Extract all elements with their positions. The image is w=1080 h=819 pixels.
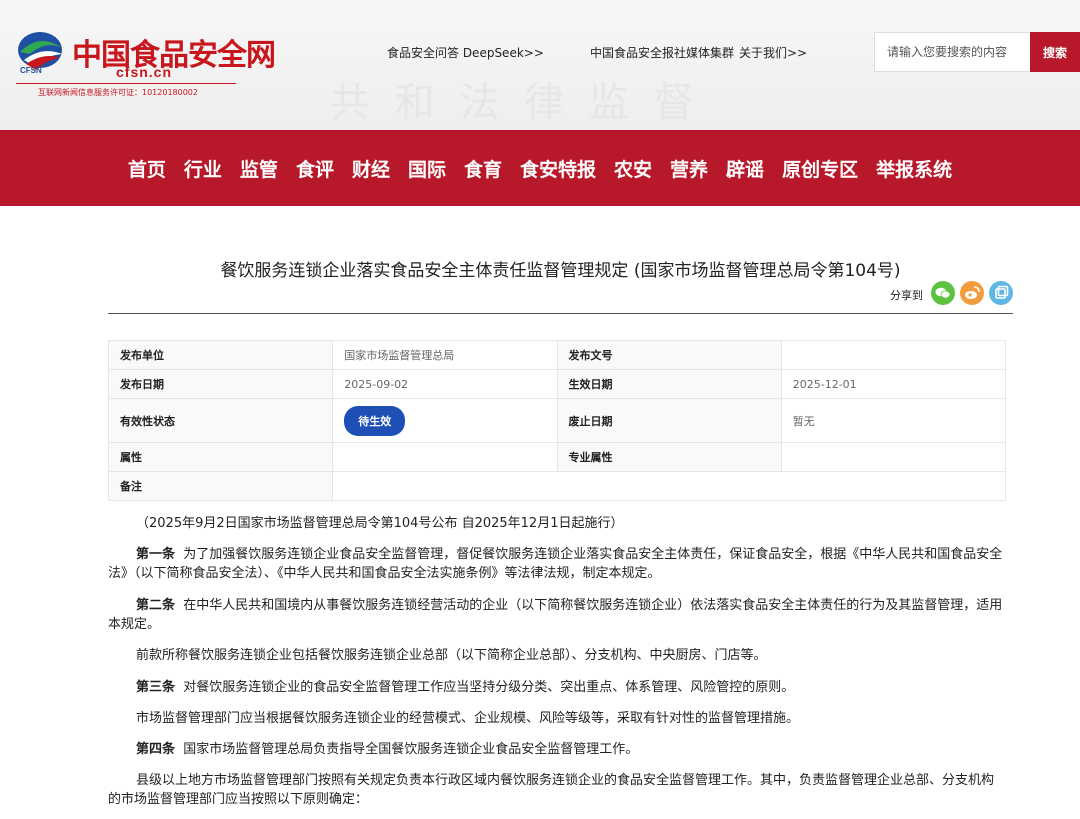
nav-item-international[interactable]: 国际 bbox=[408, 155, 446, 182]
publisher-label: 发布单位 bbox=[107, 340, 334, 370]
nav-item-home[interactable]: 首页 bbox=[128, 155, 166, 182]
wechat-share-icon[interactable] bbox=[931, 281, 955, 305]
article-1: 第一条 为了加强餐饮服务连锁企业食品安全监督管理，督促餐饮服务连锁企业落实食品安… bbox=[108, 545, 1006, 583]
weibo-share-icon[interactable] bbox=[960, 281, 984, 305]
search-input[interactable] bbox=[874, 32, 1030, 72]
article-2-paragraph-2: 前款所称餐饮服务连锁企业包括餐饮服务连锁企业总部（以下简称企业总部）、分支机构、… bbox=[136, 648, 767, 663]
article-2-text: 在中华人民共和国境内从事餐饮服务连锁经营活动的企业（以下简称餐饮服务连锁企业）依… bbox=[108, 598, 1003, 632]
table-row: 属性 专业属性 bbox=[107, 442, 1007, 472]
spec-attr-value bbox=[780, 442, 1007, 472]
table-row: 备注 bbox=[107, 471, 1006, 501]
logo-divider bbox=[16, 83, 236, 84]
status-badge: 待生效 bbox=[344, 405, 406, 436]
deepseek-link[interactable]: 食品安全问答 DeepSeek>> bbox=[387, 44, 544, 61]
effective-date-value: 2025-12-01 bbox=[780, 369, 1007, 399]
nav-item-education[interactable]: 食育 bbox=[464, 155, 502, 182]
attr-label: 属性 bbox=[107, 442, 334, 472]
site-logo[interactable]: 中国食品安全网 cfsn.cn CFSN 互联网新闻信息服务许可证：101201… bbox=[16, 28, 276, 100]
article-2-heading: 第二条 bbox=[136, 598, 176, 613]
doc-no-value bbox=[780, 340, 1007, 370]
article-4: 第四条 国家市场监督管理总局负责指导全国餐饮服务连锁企业食品安全监督管理工作。 bbox=[108, 740, 1006, 759]
article-3-heading: 第三条 bbox=[136, 680, 176, 695]
article-title: 餐饮服务连锁企业落实食品安全主体责任监督管理规定 (国家市场监督管理总局令第10… bbox=[220, 261, 901, 281]
nav-item-finance[interactable]: 财经 bbox=[352, 155, 390, 182]
article-1-heading: 第一条 bbox=[136, 547, 176, 562]
status-label: 有效性状态 bbox=[107, 398, 334, 443]
nav-item-agri-safety[interactable]: 农安 bbox=[614, 155, 652, 182]
article-3-text: 对餐饮服务连锁企业的食品安全监督管理工作应当坚持分级分类、突出重点、体系管理、风… bbox=[183, 680, 795, 695]
copy-link-icon[interactable] bbox=[989, 281, 1013, 305]
publisher-value: 国家市场监督管理总局 bbox=[332, 340, 558, 370]
article-3: 第三条 对餐饮服务连锁企业的食品安全监督管理工作应当坚持分级分类、突出重点、体系… bbox=[108, 678, 1006, 697]
article-3-paragraph-2: 市场监督管理部门应当根据餐饮服务连锁企业的经营模式、企业规模、风险等级等，采取有… bbox=[136, 711, 800, 726]
share-bar: 分享到 bbox=[890, 281, 1015, 307]
doc-no-label: 发布文号 bbox=[556, 340, 782, 370]
logo-abbrev: CFSN bbox=[20, 66, 42, 75]
article-2: 第二条 在中华人民共和国境内从事餐饮服务连锁经营活动的企业（以下简称餐饮服务连锁… bbox=[108, 596, 1006, 634]
search-button[interactable]: 搜索 bbox=[1030, 32, 1080, 72]
status-cell: 待生效 bbox=[332, 398, 558, 443]
nav-item-nutrition[interactable]: 营养 bbox=[670, 155, 708, 182]
nav-item-report-system[interactable]: 举报系统 bbox=[876, 155, 952, 182]
table-row: 发布日期 2025-09-02 生效日期 2025-12-01 bbox=[107, 369, 1007, 399]
nav-item-industry[interactable]: 行业 bbox=[184, 155, 222, 182]
document-meta-table: 发布单位 国家市场监督管理总局 发布文号 发布日期 2025-09-02 生效日… bbox=[107, 340, 1007, 501]
header-watermark: 共 和 法 律 监 督 bbox=[330, 80, 700, 126]
main-nav: 首页 行业 监管 食评 财经 国际 食育 食安特报 农安 营养 辟谣 原创专区 … bbox=[0, 130, 1080, 206]
pub-date-value: 2025-09-02 bbox=[332, 369, 558, 399]
title-divider bbox=[108, 313, 1013, 314]
logo-chinese-name: 中国食品安全网 bbox=[72, 38, 276, 73]
nav-item-regulation[interactable]: 监管 bbox=[240, 155, 278, 182]
table-row: 发布单位 国家市场监督管理总局 发布文号 bbox=[107, 340, 1007, 370]
license-text: 互联网新闻信息服务许可证：10120180002 bbox=[38, 88, 198, 97]
search-box: 搜索 bbox=[874, 32, 1080, 72]
attr-value bbox=[332, 442, 558, 472]
promulgation-note: （2025年9月2日国家市场监督管理总局令第104号公布 自2025年12月1日… bbox=[136, 516, 624, 531]
media-group-link[interactable]: 中国食品安全报社媒体集群 bbox=[590, 44, 734, 61]
table-row: 有效性状态 待生效 废止日期 暂无 bbox=[107, 398, 1007, 443]
article-4-text: 国家市场监督管理总局负责指导全国餐饮服务连锁企业食品安全监督管理工作。 bbox=[183, 742, 639, 757]
note-label: 备注 bbox=[107, 471, 334, 501]
repeal-date-value: 暂无 bbox=[780, 398, 1007, 443]
share-label: 分享到 bbox=[890, 289, 923, 302]
article-4-heading: 第四条 bbox=[136, 742, 176, 757]
pub-date-label: 发布日期 bbox=[107, 369, 334, 399]
site-header: 共 和 法 律 监 督 中国食品安全网 cfsn.cn CFSN 互联网新闻信息… bbox=[0, 0, 1080, 130]
repeal-date-label: 废止日期 bbox=[556, 398, 782, 443]
nav-item-original[interactable]: 原创专区 bbox=[782, 155, 858, 182]
nav-item-special-report[interactable]: 食安特报 bbox=[520, 155, 596, 182]
article-4-paragraph-2: 县级以上地方市场监督管理部门按照有关规定负责本行政区域内餐饮服务连锁企业的食品安… bbox=[108, 773, 995, 807]
article-1-text: 为了加强餐饮服务连锁企业食品安全监督管理，督促餐饮服务连锁企业落实食品安全主体责… bbox=[108, 547, 1003, 581]
effective-date-label: 生效日期 bbox=[556, 369, 782, 399]
spec-attr-label: 专业属性 bbox=[556, 442, 782, 472]
about-us-link[interactable]: 关于我们>> bbox=[739, 44, 807, 61]
nav-item-rumor[interactable]: 辟谣 bbox=[726, 155, 764, 182]
logo-domain: cfsn.cn bbox=[116, 64, 173, 80]
note-value bbox=[332, 471, 1006, 501]
nav-item-review[interactable]: 食评 bbox=[296, 155, 334, 182]
